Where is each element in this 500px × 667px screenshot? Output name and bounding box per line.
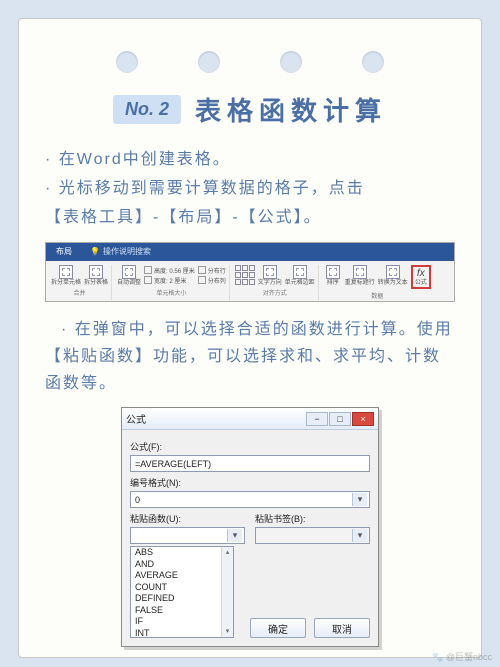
- list-item[interactable]: FALSE: [131, 605, 233, 617]
- paste-bookmark-label: 粘贴书签(B):: [255, 512, 370, 525]
- autofit-button[interactable]: 自动调整: [117, 265, 141, 286]
- tutorial-card: No. 2 表格函数计算 · 在Word中创建表格。 · 光标移动到需要计算数据…: [18, 18, 482, 658]
- maximize-button[interactable]: □: [329, 412, 351, 426]
- formula-field-label: 公式(F):: [130, 440, 370, 453]
- page-title: 表格函数计算: [195, 91, 387, 128]
- group-label: 单元格大小: [156, 288, 186, 297]
- formula-dialog: 公式 − □ × 公式(F): =AVERAGE(LEFT) 编号格式(N): …: [121, 407, 379, 647]
- group-label: 合并: [74, 288, 86, 297]
- dialog-title: 公式: [126, 411, 146, 426]
- function-listbox[interactable]: ABS AND AVERAGE COUNT DEFINED FALSE IF I…: [130, 546, 234, 638]
- paste-function-combo[interactable]: [130, 527, 245, 544]
- ribbon-group-align: 文字方向 单元格边距 对齐方式: [232, 265, 319, 300]
- repeat-header-button[interactable]: 重复标题行: [345, 265, 375, 286]
- sort-button[interactable]: 排序: [324, 265, 342, 286]
- text-direction-button[interactable]: 文字方向: [258, 265, 282, 286]
- dialog-titlebar[interactable]: 公式 − □ ×: [122, 408, 378, 430]
- list-item[interactable]: IF: [131, 616, 233, 628]
- scrollbar[interactable]: ▴▾: [221, 547, 233, 637]
- ok-button[interactable]: 确定: [250, 618, 306, 638]
- group-label: 数据: [371, 291, 383, 300]
- intro-text: · 在Word中创建表格。 · 光标移动到需要计算数据的格子，点击 【表格工具】…: [45, 146, 455, 232]
- size-inputs[interactable]: 高度: 0.56 厘米 宽度: 2 厘米: [144, 265, 195, 285]
- list-item[interactable]: AVERAGE: [131, 570, 233, 582]
- intro-line1: · 在Word中创建表格。: [45, 146, 455, 173]
- tell-me-search[interactable]: 💡 操作说明搜索: [82, 243, 159, 261]
- convert-text-button[interactable]: 转换为文本: [378, 265, 408, 286]
- cancel-button[interactable]: 取消: [314, 618, 370, 638]
- list-item[interactable]: INT: [131, 628, 233, 639]
- split-cells-button[interactable]: 拆分单元格: [51, 265, 81, 286]
- format-combo[interactable]: 0: [130, 491, 370, 508]
- ribbon-group-merge: 拆分单元格 拆分表格 合并: [48, 265, 112, 300]
- intro-line3: 【表格工具】-【布局】-【公式】。: [45, 204, 455, 231]
- ribbon-tabs: 布局 💡 操作说明搜索: [46, 243, 454, 261]
- list-item[interactable]: ABS: [131, 547, 233, 559]
- paste-function-label: 粘贴函数(U):: [130, 512, 245, 525]
- minimize-button[interactable]: −: [306, 412, 328, 426]
- tab-layout[interactable]: 布局: [46, 243, 82, 261]
- paste-bookmark-combo: [255, 527, 370, 544]
- binder-holes: [45, 51, 455, 73]
- group-label: 对齐方式: [263, 288, 287, 297]
- intro-line2: · 光标移动到需要计算数据的格子，点击: [45, 175, 455, 202]
- formula-input[interactable]: =AVERAGE(LEFT): [130, 455, 370, 472]
- format-field-label: 编号格式(N):: [130, 476, 370, 489]
- list-item[interactable]: AND: [131, 559, 233, 571]
- distribute-buttons[interactable]: 分布行 分布列: [198, 265, 226, 285]
- ribbon-group-data: 排序 重复标题行 转换为文本 fx公式 数据: [321, 265, 434, 300]
- ribbon-group-cellsize: 自动调整 高度: 0.56 厘米 宽度: 2 厘米 分布行 分布列 单元格大小: [114, 265, 230, 300]
- list-item[interactable]: DEFINED: [131, 593, 233, 605]
- title-row: No. 2 表格函数计算: [45, 91, 455, 128]
- number-badge: No. 2: [113, 95, 181, 124]
- instruction-para2: · 在弹窗中，可以选择合适的函数进行计算。使用【粘贴函数】功能，可以选择求和、求…: [45, 316, 455, 398]
- word-ribbon: 布局 💡 操作说明搜索 拆分单元格 拆分表格 合并 自动调整 高度: 0.56 …: [45, 242, 455, 302]
- formula-button[interactable]: fx公式: [411, 265, 431, 289]
- align-grid[interactable]: [235, 265, 255, 285]
- split-table-button[interactable]: 拆分表格: [84, 265, 108, 286]
- close-button[interactable]: ×: [352, 412, 374, 426]
- list-item[interactable]: COUNT: [131, 582, 233, 594]
- watermark: 🐾 @巨蟹nbcc: [432, 650, 492, 663]
- fx-icon: fx: [417, 268, 425, 279]
- cell-margins-button[interactable]: 单元格边距: [285, 265, 315, 286]
